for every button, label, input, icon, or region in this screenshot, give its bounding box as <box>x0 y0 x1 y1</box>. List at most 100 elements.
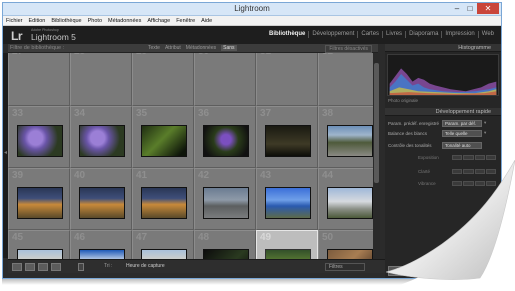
cell-index-number: 40 <box>74 170 86 181</box>
photo-thumbnail[interactable] <box>203 125 249 157</box>
menu-aide[interactable]: Aide <box>201 16 212 25</box>
filter-tab-metadonnees[interactable]: Métadonnées <box>186 45 216 51</box>
cell-index-number: 41 <box>136 170 148 181</box>
chevron-down-icon[interactable]: ▾ <box>484 120 486 126</box>
module-bibliotheque[interactable]: Bibliothèque <box>266 31 308 38</box>
close-icon[interactable]: ✕ <box>477 3 499 14</box>
filter-tab-attribut[interactable]: Attribut <box>165 45 181 51</box>
grid-cell[interactable]: 27 <box>8 53 70 106</box>
painter-icon[interactable] <box>78 263 84 271</box>
chevron-down-icon[interactable]: ▾ <box>484 130 486 136</box>
grid-cell[interactable]: 45 <box>8 230 70 259</box>
photo-thumbnail[interactable] <box>17 125 63 157</box>
module-diaporama[interactable]: Diaporama <box>405 31 441 38</box>
menu-bibliotheque[interactable]: Bibliothèque <box>51 16 81 25</box>
clarity-label: Clarté <box>418 169 431 174</box>
sort-order-select[interactable]: Heure de capture <box>126 263 165 269</box>
grid-cell[interactable]: 40 <box>70 168 132 230</box>
library-filter-bar: Filtre de bibliothèque : Texte Attribut … <box>8 44 378 53</box>
grid-cell[interactable]: 43 <box>256 168 318 230</box>
grid-cell[interactable]: 50 <box>318 230 380 259</box>
loupe-view-icon[interactable] <box>25 263 35 271</box>
maximize-icon[interactable]: □ <box>464 3 476 14</box>
menu-fichier[interactable]: Fichier <box>6 16 23 25</box>
menu-fenetre[interactable]: Fenêtre <box>176 16 195 25</box>
photo-thumbnail[interactable] <box>141 187 187 219</box>
photo-thumbnail[interactable] <box>141 249 187 259</box>
tone-control-row: Contrôle des tonalités Tonalité auto <box>388 142 498 150</box>
grid-cell[interactable]: 33 <box>8 106 70 168</box>
grid-cell[interactable]: 30 <box>194 53 256 106</box>
tone-control-label: Contrôle des tonalités <box>388 143 432 148</box>
filter-tab-texte[interactable]: Texte <box>148 45 160 51</box>
filter-preset-select[interactable]: Filtres désactivés <box>325 45 372 53</box>
module-livres[interactable]: Livres <box>382 31 405 38</box>
grid-cell[interactable]: 44 <box>318 168 380 230</box>
photo-thumbnail[interactable] <box>327 187 373 219</box>
histogram-header[interactable]: Histogramme <box>385 44 501 52</box>
grid-rows: 27 28 29 30 31 32 33 34 35 36 37 38 39 40 41 42 43 44 45 46… <box>8 53 380 259</box>
grid-cell[interactable]: 47 <box>132 230 194 259</box>
grid-cell[interactable]: 41 <box>132 168 194 230</box>
white-balance-row: Balance des blancs Telle quelle ▾ <box>388 130 498 138</box>
vibrance-steppers[interactable] <box>452 181 496 186</box>
minimize-icon[interactable]: – <box>451 3 463 14</box>
grid-cell[interactable]: 49 <box>256 230 318 259</box>
grid-cell[interactable]: 28 <box>70 53 132 106</box>
clarity-steppers[interactable] <box>452 169 496 174</box>
cell-index-number: 39 <box>12 170 24 181</box>
grid-cell[interactable]: 39 <box>8 168 70 230</box>
module-web[interactable]: Web <box>477 31 497 38</box>
brand-name: Lightroom 5 <box>31 32 76 42</box>
exposure-steppers[interactable] <box>452 155 496 160</box>
saved-preset-select[interactable]: Param. par déf. <box>442 120 482 127</box>
grid-cell[interactable]: 34 <box>70 106 132 168</box>
grid-cell[interactable]: 36 <box>194 106 256 168</box>
grid-cell[interactable]: 38 <box>318 106 380 168</box>
photo-thumbnail[interactable] <box>265 249 311 259</box>
photo-thumbnail[interactable] <box>327 125 373 157</box>
grid-cell[interactable]: 37 <box>256 106 318 168</box>
menu-edition[interactable]: Edition <box>29 16 46 25</box>
photo-thumbnail[interactable] <box>203 249 249 259</box>
default-button[interactable]: Par défaut <box>388 266 428 276</box>
module-developpement[interactable]: Développement <box>308 31 357 38</box>
photo-thumbnail[interactable] <box>17 187 63 219</box>
grid-cell[interactable]: 48 <box>194 230 256 259</box>
quick-develop-header[interactable]: Développement rapide <box>385 108 501 116</box>
module-cartes[interactable]: Cartes <box>357 31 382 38</box>
menu-metadonnees[interactable]: Métadonnées <box>108 16 141 25</box>
toolbar-filter-select[interactable]: Filtres <box>325 263 365 271</box>
grid-cell[interactable]: 35 <box>132 106 194 168</box>
filter-bar-title: Filtre de bibliothèque : <box>10 45 65 51</box>
photo-thumbnail[interactable] <box>265 125 311 157</box>
title-bar[interactable]: Lightroom – □ ✕ <box>3 3 501 16</box>
photo-thumbnail[interactable] <box>141 125 187 157</box>
cell-index-number: 42 <box>198 170 210 181</box>
photo-thumbnail[interactable] <box>265 187 311 219</box>
photo-thumbnail[interactable] <box>79 125 125 157</box>
grid-scrollbar[interactable] <box>373 53 380 259</box>
sort-label: Tri : <box>104 263 113 269</box>
grid-cell[interactable]: 46 <box>70 230 132 259</box>
survey-view-icon[interactable] <box>51 263 61 271</box>
menu-photo[interactable]: Photo <box>88 16 102 25</box>
module-impression[interactable]: Impression <box>441 31 477 38</box>
reset-all-button[interactable]: Rétablir tout <box>431 266 473 276</box>
grid-view-icon[interactable] <box>12 263 22 271</box>
photo-thumbnail[interactable] <box>203 187 249 219</box>
photo-thumbnail[interactable] <box>79 249 125 259</box>
photo-thumbnail[interactable] <box>79 187 125 219</box>
filter-tab-sans[interactable]: Sans <box>221 45 237 51</box>
auto-tone-button[interactable]: Tonalité auto <box>442 142 482 149</box>
menu-affichage[interactable]: Affichage <box>147 16 170 25</box>
white-balance-select[interactable]: Telle quelle <box>442 130 482 137</box>
grid-cell[interactable]: 29 <box>132 53 194 106</box>
grid-cell[interactable]: 42 <box>194 168 256 230</box>
grid-cell[interactable]: 32 <box>318 53 380 106</box>
scrollbar-thumb[interactable] <box>374 63 379 183</box>
compare-view-icon[interactable] <box>38 263 48 271</box>
photo-thumbnail[interactable] <box>327 249 373 259</box>
photo-thumbnail[interactable] <box>17 249 63 259</box>
grid-cell[interactable]: 31 <box>256 53 318 106</box>
